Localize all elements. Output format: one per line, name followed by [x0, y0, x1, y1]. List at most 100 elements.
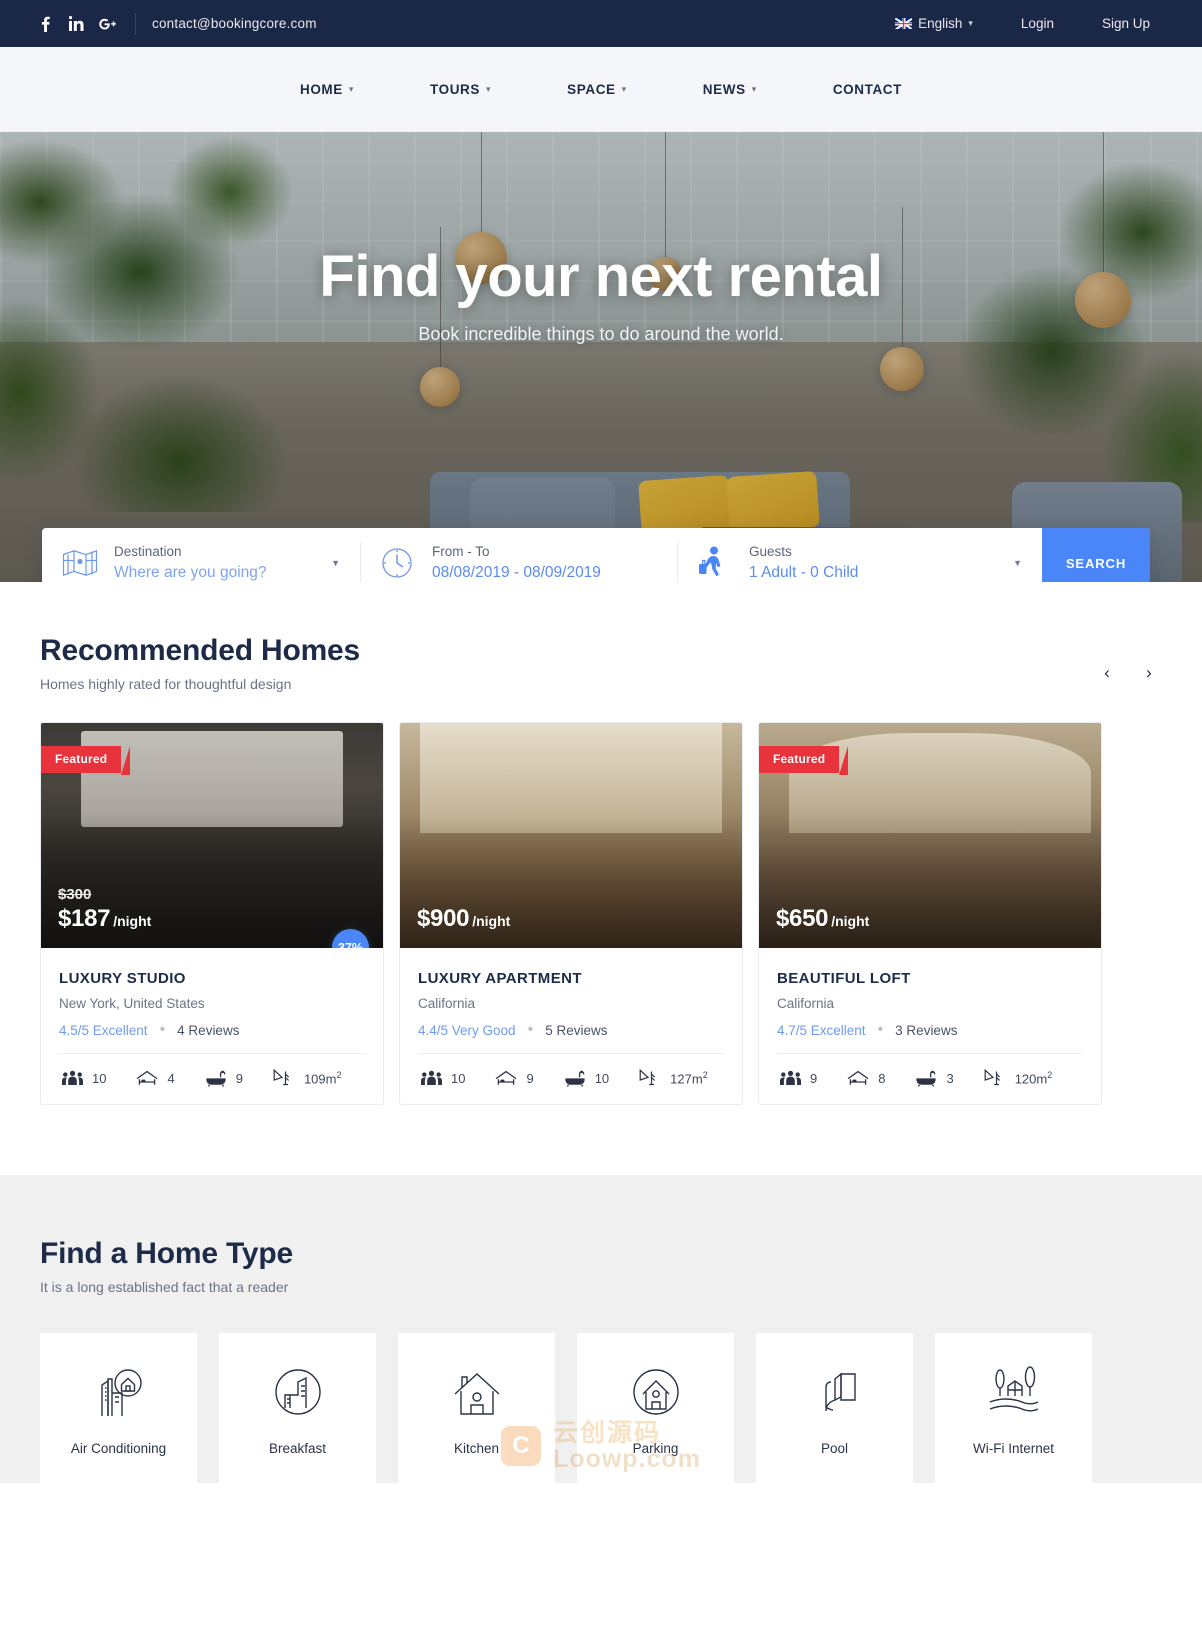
login-link[interactable]: Login: [997, 16, 1078, 31]
nav-label: SPACE: [567, 81, 616, 97]
chevron-down-icon: ▾: [486, 83, 492, 94]
nav-label: NEWS: [702, 81, 746, 97]
separator-dot: •: [527, 1021, 534, 1038]
bath-icon: [915, 1068, 937, 1088]
home-type-pool[interactable]: Pool: [756, 1333, 913, 1483]
linkedin-icon[interactable]: [61, 0, 92, 47]
slide-pool-icon: [804, 1361, 866, 1423]
amenity-area: 127m2: [639, 1068, 708, 1088]
nav-items: HOME ▾ TOURS ▾ SPACE ▾ NEWS ▾ CONTACT: [262, 82, 940, 97]
home-type-label: Pool: [820, 1440, 849, 1456]
destination-text: Destination Where are you going?: [114, 542, 323, 582]
search-button[interactable]: SEARCH: [1042, 528, 1150, 582]
chevron-down-icon[interactable]: ▼: [1013, 558, 1022, 568]
price-current: $900: [417, 905, 470, 932]
property-card[interactable]: Featured $300 $187/night 37% LUXURY STUD…: [40, 722, 384, 1105]
amenity-value: 10: [594, 1070, 610, 1086]
chevron-down-icon: ▾: [968, 18, 973, 28]
property-image[interactable]: Featured $300 $187/night 37%: [41, 723, 383, 948]
traveller-icon: [697, 546, 749, 580]
home-type-kitchen[interactable]: Kitchen: [398, 1333, 555, 1483]
nav-item-news[interactable]: NEWS ▾: [665, 82, 795, 97]
home-type-list: Air Conditioning Breakfast Kitchen Parki…: [40, 1333, 1162, 1483]
bed-icon: [847, 1068, 869, 1088]
destination-label: Destination: [114, 543, 182, 559]
home-type-air-conditioning[interactable]: Air Conditioning: [40, 1333, 197, 1483]
guests-label: Guests: [749, 543, 792, 559]
home-type-breakfast[interactable]: Breakfast: [219, 1333, 376, 1483]
property-title[interactable]: LUXURY STUDIO: [59, 970, 365, 987]
carousel-prev-button[interactable]: ‹: [1094, 660, 1120, 686]
property-card[interactable]: $900/night LUXURY APARTMENT California 4…: [399, 722, 743, 1105]
amenity-value: 3: [946, 1070, 954, 1086]
home-type-label: Breakfast: [268, 1440, 327, 1456]
featured-badge: Featured: [41, 746, 131, 775]
home-type-parking[interactable]: Parking: [577, 1333, 734, 1483]
property-title[interactable]: LUXURY APARTMENT: [418, 970, 724, 987]
area-icon: [984, 1068, 1006, 1088]
amenities-row: 10 4 9 109m2: [59, 1053, 365, 1104]
destination-value: Where are you going?: [114, 563, 267, 581]
home-type-label: Wi-Fi Internet: [972, 1440, 1054, 1456]
farm-icon: [983, 1361, 1045, 1423]
hero-content: Find your next rental Book incredible th…: [0, 132, 1202, 345]
language-label: English: [918, 16, 963, 31]
rating-score: 4.5/5 Excellent: [59, 1022, 148, 1038]
chevron-down-icon[interactable]: ▼: [331, 558, 340, 568]
guests-field[interactable]: Guests 1 Adult - 0 Child ▼: [677, 528, 1042, 582]
price-original: $300: [58, 886, 92, 903]
top-bar: contact@bookingcore.com English ▾ Login …: [0, 0, 1202, 47]
nav-label: HOME: [299, 81, 343, 97]
circle-buildings-icon: [267, 1361, 329, 1423]
featured-badge: Featured: [759, 746, 849, 775]
google-plus-icon[interactable]: [92, 0, 123, 47]
property-rating: 4.5/5 Excellent • 4 Reviews: [59, 1022, 365, 1038]
amenity-value: 9: [235, 1070, 243, 1086]
separator-dot: •: [877, 1021, 884, 1038]
area-icon: [639, 1068, 661, 1088]
nav-label: TOURS: [430, 81, 481, 97]
language-selector[interactable]: English ▾: [871, 16, 997, 31]
amenity-baths: 3: [915, 1068, 954, 1088]
price-unit: /night: [472, 913, 511, 929]
property-rating: 4.7/5 Excellent • 3 Reviews: [777, 1022, 1083, 1038]
amenity-area: 120m2: [984, 1068, 1052, 1088]
property-location: New York, United States: [59, 996, 205, 1011]
property-image[interactable]: Featured $650/night: [759, 723, 1101, 948]
page-title: Recommended Homes: [40, 634, 361, 667]
property-card[interactable]: Featured $650/night BEAUTIFUL LOFT Calif…: [758, 722, 1102, 1105]
price-current: $187: [58, 905, 111, 932]
property-location: California: [418, 996, 476, 1011]
nav-label: CONTACT: [832, 81, 903, 97]
amenity-guests: 10: [61, 1068, 106, 1088]
home-type-subtitle: It is a long established fact that a rea…: [40, 1279, 289, 1295]
home-type-label: Kitchen: [453, 1440, 500, 1456]
amenities-row: 9 8 3 120m2: [777, 1053, 1083, 1104]
signup-link[interactable]: Sign Up: [1078, 16, 1174, 31]
bed-icon: [136, 1068, 158, 1088]
rating-score: 4.7/5 Excellent: [777, 1022, 866, 1038]
date-range-label: From - To: [432, 543, 490, 559]
nav-item-space[interactable]: SPACE ▾: [529, 82, 665, 97]
nav-item-home[interactable]: HOME ▾: [262, 82, 392, 97]
property-title[interactable]: BEAUTIFUL LOFT: [777, 970, 1083, 987]
property-image[interactable]: $900/night: [400, 723, 742, 948]
carousel-next-button[interactable]: ›: [1136, 660, 1162, 686]
amenity-beds: 8: [847, 1068, 885, 1088]
price-current: $650: [776, 905, 829, 932]
clock-icon: [380, 546, 432, 580]
destination-field[interactable]: Destination Where are you going? ▼: [42, 528, 360, 582]
property-rating: 4.4/5 Very Good • 5 Reviews: [418, 1022, 724, 1038]
amenity-beds: 9: [495, 1068, 534, 1088]
facebook-icon[interactable]: [30, 0, 61, 47]
nav-item-tours[interactable]: TOURS ▾: [392, 82, 529, 97]
home-type-wifi-internet[interactable]: Wi-Fi Internet: [935, 1333, 1092, 1483]
contact-email[interactable]: contact@bookingcore.com: [152, 16, 317, 31]
amenity-value: 8: [878, 1070, 886, 1086]
nav-item-contact[interactable]: CONTACT: [795, 82, 940, 97]
rating-score: 4.4/5 Very Good: [418, 1022, 516, 1038]
chevron-down-icon: ▾: [348, 83, 354, 94]
date-range-field[interactable]: From - To 08/08/2019 - 08/09/2019: [360, 528, 677, 582]
home-type-section: Find a Home Type It is a long establishe…: [0, 1175, 1202, 1483]
property-body: LUXURY STUDIO New York, United States 4.…: [41, 948, 383, 1104]
